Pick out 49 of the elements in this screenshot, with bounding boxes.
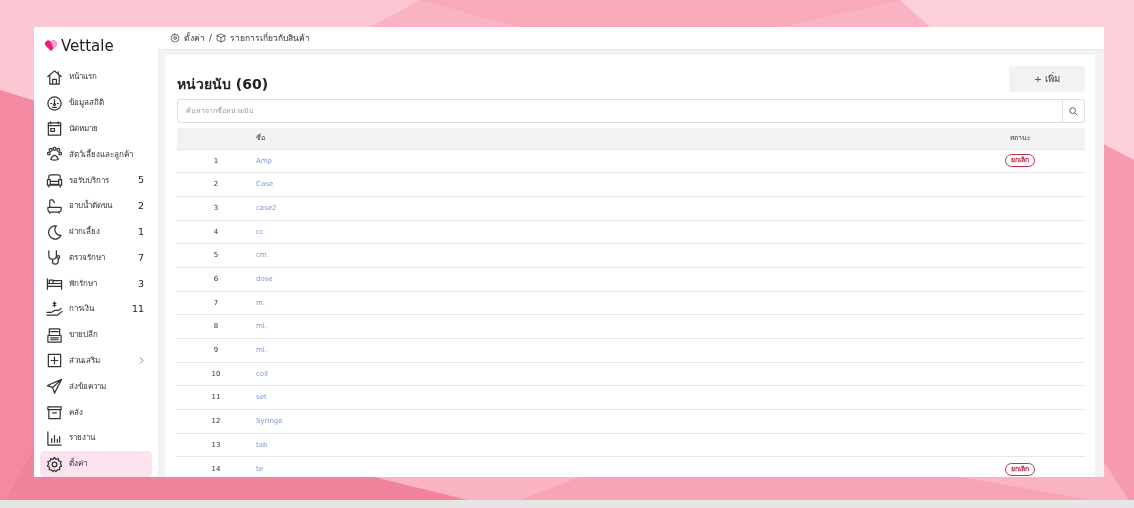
bed-icon	[46, 275, 63, 293]
breadcrumb-item[interactable]: รายการเกี่ยวกับสินค้า	[229, 31, 310, 45]
bar-chart-icon	[46, 429, 63, 447]
paper-plane-icon	[46, 378, 63, 396]
settings-icon	[46, 455, 63, 473]
house-icon	[46, 68, 63, 86]
search-button[interactable]	[1062, 99, 1085, 123]
sidebar-item[interactable]: การเงิน 11	[40, 296, 152, 323]
sidebar-item[interactable]: คลัง	[40, 399, 152, 426]
search-icon	[1069, 106, 1078, 116]
item-count: 1	[137, 224, 144, 239]
sidebar-item[interactable]: ส่วนเสริม	[40, 348, 152, 374]
gauge-icon	[46, 94, 63, 112]
calendar-icon	[46, 120, 63, 138]
sidebar-item[interactable]: ส่งข้อความ	[40, 373, 152, 400]
sidebar-item[interactable]: หน้าแรก	[40, 64, 152, 91]
sidebar-item[interactable]: ตรวจรักษา 7	[40, 244, 152, 271]
sidebar-item[interactable]: ตั้งค่า	[40, 451, 152, 477]
sidebar-item[interactable]: สัตว์เลี้ยงและลูกค้า	[40, 141, 152, 168]
logo-text: Vettale	[61, 36, 114, 57]
stethoscope-icon	[46, 249, 63, 267]
sidebar-item[interactable]: ขายปลีก	[40, 322, 152, 349]
breadcrumb-separator: /	[209, 31, 212, 45]
item-count: 11	[131, 302, 144, 317]
item-count: 5	[137, 173, 144, 188]
breadcrumb-item[interactable]: ตั้งค่า	[184, 31, 205, 45]
sidebar-item[interactable]: ข้อมูลสถิติ	[40, 90, 152, 117]
sidebar-item[interactable]: รายงาน	[40, 425, 152, 452]
moon-icon	[46, 223, 63, 241]
settings-icon	[170, 33, 180, 43]
hand-coin-icon	[46, 300, 63, 318]
bathtub-icon	[46, 197, 63, 215]
add-button[interactable]: + เพิ่ม	[1009, 66, 1085, 92]
item-count: 3	[137, 276, 144, 291]
item-count: 7	[137, 250, 144, 265]
cash-register-icon	[46, 326, 63, 344]
sofa-icon	[46, 172, 63, 189]
item-count: 2	[137, 199, 144, 214]
paw-icon	[46, 146, 63, 164]
page-title: หน่วยนับ (60)	[177, 75, 269, 94]
archive-box-icon	[46, 404, 63, 422]
plus-square-icon	[46, 352, 63, 370]
sidebar-item[interactable]: พักรักษา 3	[40, 270, 152, 297]
sidebar-item[interactable]: อาบน้ำตัดขน 2	[40, 193, 152, 220]
box-icon	[215, 33, 226, 43]
heart-logo-icon	[44, 40, 58, 53]
sidebar-item[interactable]: ฝากเลี้ยง 1	[40, 219, 152, 245]
sidebar-item[interactable]: นัดหมาย	[40, 116, 152, 142]
sidebar-item[interactable]: รอรับบริการ 5	[40, 167, 152, 194]
